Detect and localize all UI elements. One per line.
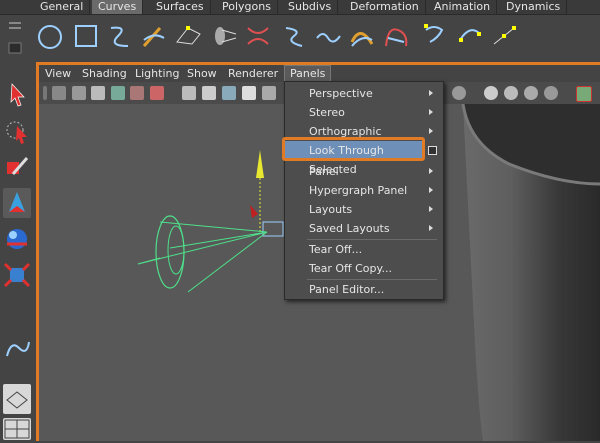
panels-dropdown-menu: Perspective Stereo Orthographic Look Thr… bbox=[284, 81, 444, 300]
lasso-tool-icon[interactable] bbox=[3, 116, 31, 146]
submenu-arrow-icon bbox=[429, 128, 433, 134]
shelf-tab-bar: General Curves Surfaces Polygons Subdivs… bbox=[0, 0, 600, 15]
menu-item-panel[interactable]: Panel bbox=[285, 162, 441, 181]
extrude-icon[interactable] bbox=[314, 20, 342, 52]
cv-curve-icon[interactable] bbox=[106, 20, 134, 52]
pencil-curve-icon[interactable] bbox=[174, 20, 202, 52]
menu-item-label: Hypergraph Panel bbox=[309, 184, 408, 197]
menu-item-label: Saved Layouts bbox=[309, 222, 390, 235]
option-box-icon[interactable] bbox=[428, 146, 437, 155]
revolve-icon[interactable] bbox=[210, 20, 238, 52]
menu-item-layouts[interactable]: Layouts bbox=[285, 200, 441, 219]
menu-item-stereo[interactable]: Stereo bbox=[285, 103, 441, 122]
tab-general[interactable]: General bbox=[34, 0, 91, 14]
menu-item-perspective[interactable]: Perspective bbox=[285, 84, 441, 103]
paint-select-tool-icon[interactable] bbox=[3, 152, 31, 182]
highlight-callout-frame bbox=[282, 137, 425, 161]
bevel-icon[interactable] bbox=[456, 20, 484, 52]
menu-item-saved-layouts[interactable]: Saved Layouts bbox=[285, 219, 441, 238]
tab-dynamics[interactable]: Dynamics bbox=[500, 0, 568, 14]
menu-item-label: Panel Editor... bbox=[309, 283, 385, 296]
shelf-menu-icon[interactable] bbox=[6, 18, 26, 58]
menu-item-label: Layouts bbox=[309, 203, 353, 216]
tab-animation[interactable]: Animation bbox=[428, 0, 498, 14]
submenu-arrow-icon bbox=[429, 206, 433, 212]
layout-single-icon[interactable] bbox=[3, 384, 31, 414]
tab-deformation[interactable]: Deformation bbox=[344, 0, 426, 14]
submenu-arrow-icon bbox=[429, 168, 433, 174]
menu-item-label: Stereo bbox=[309, 106, 345, 119]
menu-item-label: Perspective bbox=[309, 87, 373, 100]
submenu-arrow-icon bbox=[429, 225, 433, 231]
tab-polygons[interactable]: Polygons bbox=[216, 0, 278, 14]
menu-item-label: Panel bbox=[309, 165, 339, 178]
move-tool-icon[interactable] bbox=[3, 188, 31, 218]
menu-item-hypergraph-panel[interactable]: Hypergraph Panel bbox=[285, 181, 441, 200]
nurbs-circle-icon[interactable] bbox=[36, 20, 64, 52]
menu-item-tear-off-copy[interactable]: Tear Off Copy... bbox=[285, 259, 441, 278]
planar-icon[interactable] bbox=[280, 20, 308, 52]
submenu-arrow-icon bbox=[429, 187, 433, 193]
ep-curve-icon[interactable] bbox=[140, 20, 168, 52]
select-tool-icon[interactable] bbox=[3, 80, 31, 110]
menu-item-tear-off[interactable]: Tear Off... bbox=[285, 240, 441, 259]
loft-icon[interactable] bbox=[244, 20, 272, 52]
boundary-icon[interactable] bbox=[382, 20, 410, 52]
curve-tool-icon[interactable] bbox=[3, 334, 31, 364]
tab-subdivs[interactable]: Subdivs bbox=[282, 0, 339, 14]
square-surface-icon[interactable] bbox=[420, 20, 448, 52]
menu-item-label: Tear Off Copy... bbox=[309, 262, 392, 275]
rotate-tool-icon[interactable] bbox=[3, 224, 31, 254]
layout-four-icon[interactable] bbox=[3, 418, 31, 440]
tab-curves[interactable]: Curves bbox=[92, 0, 144, 14]
nurbs-square-icon[interactable] bbox=[72, 20, 100, 52]
birail-icon[interactable] bbox=[348, 20, 376, 52]
menu-item-panel-editor[interactable]: Panel Editor... bbox=[285, 280, 441, 299]
menu-item-label: Tear Off... bbox=[309, 243, 363, 256]
submenu-arrow-icon bbox=[429, 90, 433, 96]
scale-tool-icon[interactable] bbox=[3, 260, 31, 290]
attach-curves-icon[interactable] bbox=[490, 20, 518, 52]
tab-surfaces[interactable]: Surfaces bbox=[150, 0, 211, 14]
submenu-arrow-icon bbox=[429, 109, 433, 115]
